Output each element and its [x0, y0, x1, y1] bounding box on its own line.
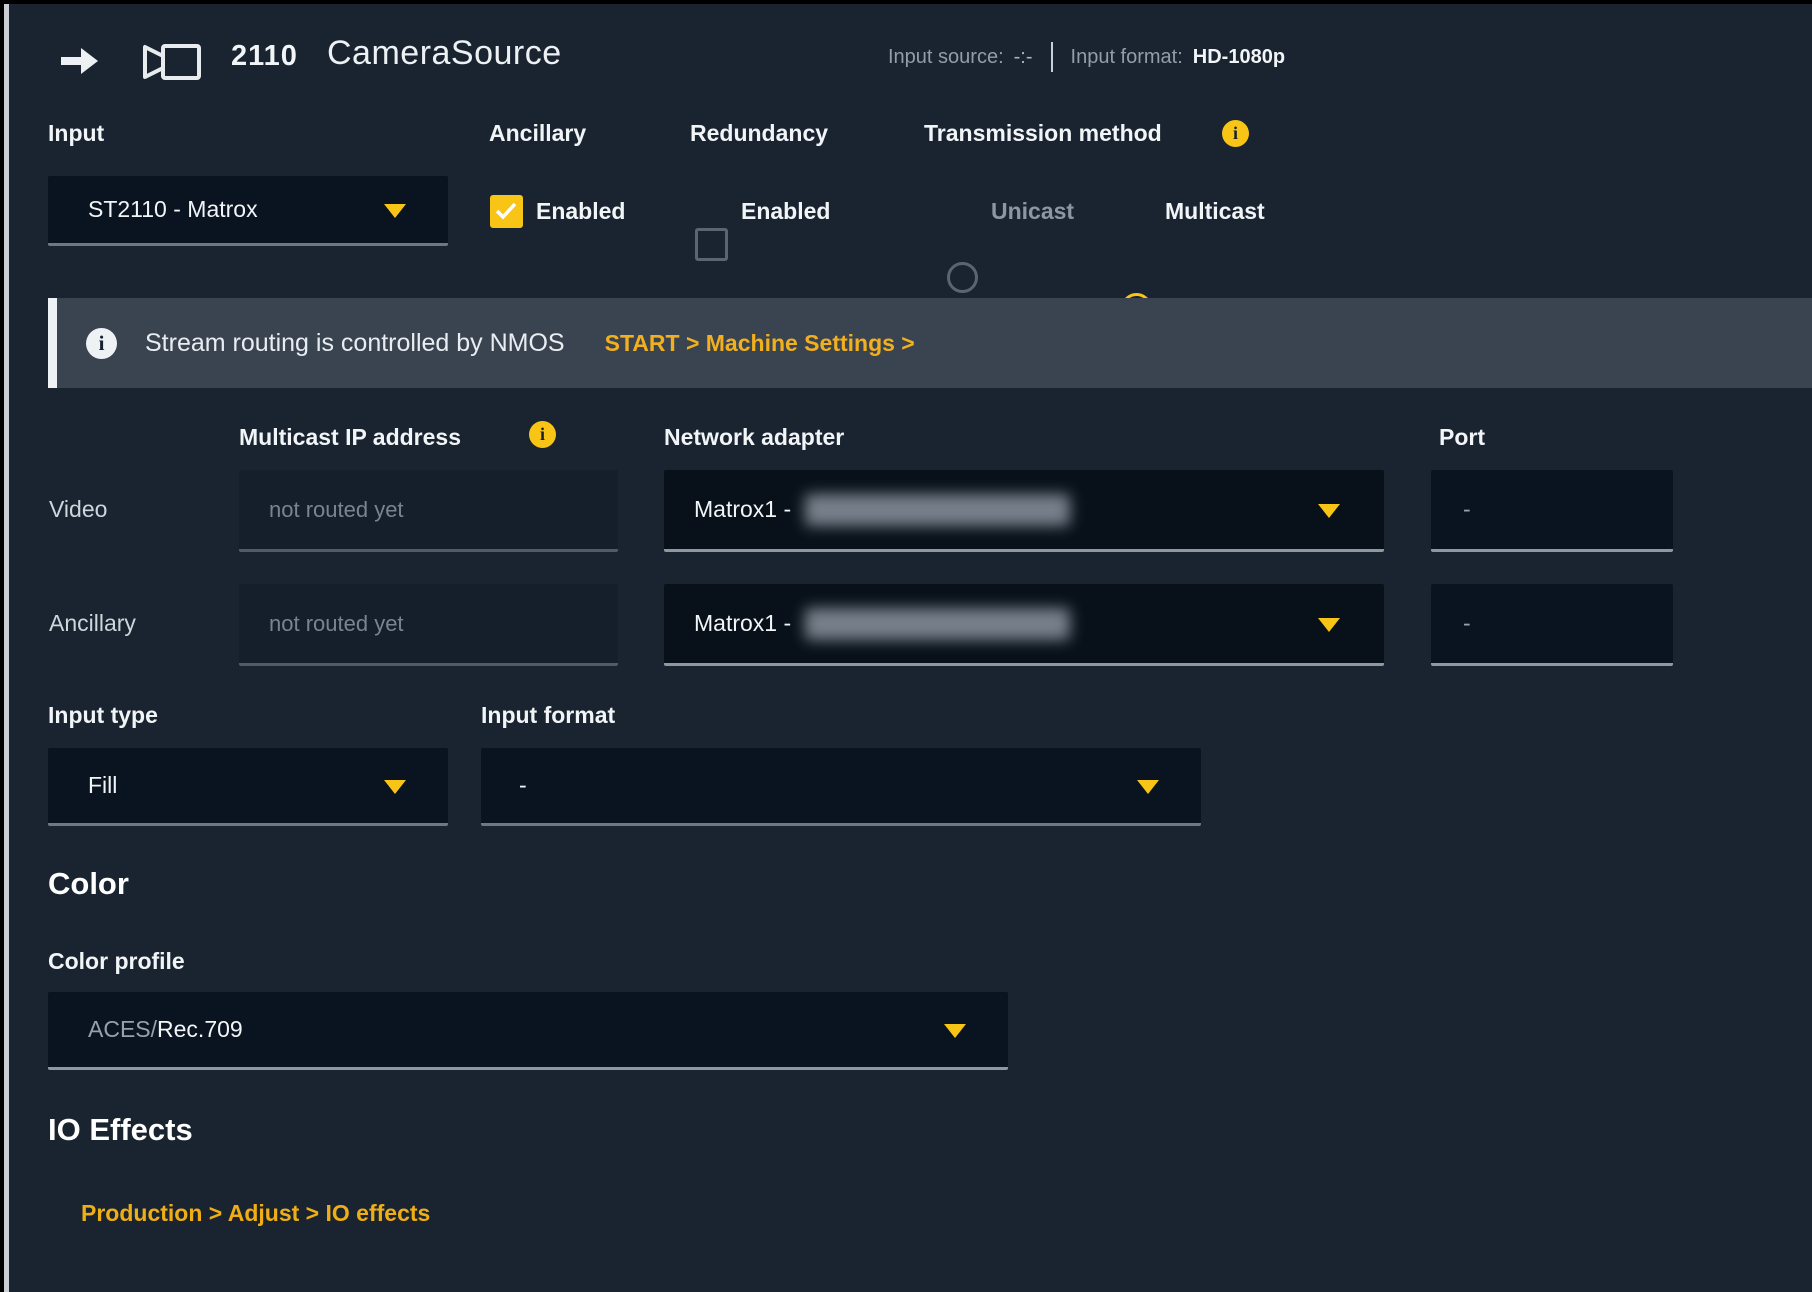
chevron-down-icon	[384, 780, 406, 794]
redacted-ip-blur	[805, 608, 1070, 640]
unicast-label: Unicast	[991, 198, 1074, 225]
source-id: 2110	[231, 40, 298, 73]
chevron-down-icon	[1318, 618, 1340, 632]
port-header: Port	[1439, 424, 1485, 451]
input-type-value: Fill	[48, 772, 117, 799]
machine-settings-link[interactable]: START > Machine Settings >	[605, 330, 915, 357]
input-format-value: HD-1080p	[1193, 46, 1285, 69]
header-status: Input source: -:- Input format: HD-1080p	[888, 40, 1285, 74]
input-format-value: -	[481, 772, 527, 799]
video-adapter-value: Matrox1 -	[664, 496, 791, 523]
video-ip-placeholder: not routed yet	[239, 497, 404, 523]
chevron-down-icon	[384, 204, 406, 218]
video-ip-field: not routed yet	[239, 470, 618, 552]
video-port-field: -	[1431, 470, 1673, 552]
color-profile-value: Rec.709	[157, 1016, 243, 1042]
io-effects-link[interactable]: Production > Adjust > IO effects	[81, 1200, 430, 1227]
video-camera-icon	[138, 40, 204, 91]
color-section-heading: Color	[48, 866, 129, 902]
video-port-value: -	[1431, 496, 1471, 523]
ancillary-ip-field: not routed yet	[239, 584, 618, 666]
multicast-ip-header: Multicast IP address	[239, 424, 461, 451]
ancillary-enabled-checkbox[interactable]	[490, 195, 523, 228]
io-effects-heading: IO Effects	[48, 1112, 193, 1148]
color-profile-prefix: ACES/	[88, 1016, 157, 1042]
window-edge-top	[0, 0, 1812, 4]
ancillary-ip-placeholder: not routed yet	[239, 611, 404, 637]
left-scroll-line[interactable]	[4, 4, 9, 1292]
ancillary-row-label: Ancillary	[49, 610, 136, 637]
ancillary-adapter-value: Matrox1 -	[664, 610, 791, 637]
input-dropdown-value: ST2110 - Matrox	[48, 196, 258, 223]
redundancy-label: Redundancy	[690, 120, 828, 147]
ancillary-adapter-dropdown[interactable]: Matrox1 -	[664, 584, 1384, 666]
transmission-info-icon[interactable]: i	[1222, 120, 1249, 147]
redacted-ip-blur	[805, 494, 1070, 526]
header-divider	[1051, 42, 1053, 72]
input-type-dropdown[interactable]: Fill	[48, 748, 448, 826]
arrow-right-icon[interactable]	[60, 46, 100, 81]
check-icon	[494, 201, 519, 221]
transmission-method-label: Transmission method	[924, 120, 1162, 147]
color-profile-dropdown[interactable]: ACES/Rec.709	[48, 992, 1008, 1070]
banner-message: Stream routing is controlled by NMOS	[145, 329, 565, 358]
page-title: CameraSource	[327, 34, 562, 73]
redundancy-enabled-label: Enabled	[741, 198, 830, 225]
network-adapter-header: Network adapter	[664, 424, 844, 451]
input-format-label: Input format	[481, 702, 615, 729]
color-profile-label: Color profile	[48, 948, 185, 975]
video-row-label: Video	[49, 496, 107, 523]
input-dropdown[interactable]: ST2110 - Matrox	[48, 176, 448, 246]
chevron-down-icon	[1137, 780, 1159, 794]
chevron-down-icon	[1318, 504, 1340, 518]
unicast-radio[interactable]	[947, 262, 978, 293]
camera-source-panel: 2110 CameraSource Input source: -:- Inpu…	[0, 0, 1812, 1292]
input-label: Input	[48, 120, 104, 147]
chevron-down-icon	[944, 1024, 966, 1038]
redundancy-enabled-checkbox[interactable]	[695, 228, 728, 261]
multicast-label: Multicast	[1165, 198, 1265, 225]
banner-accent-bar	[48, 298, 57, 388]
ancillary-label: Ancillary	[489, 120, 586, 147]
input-format-dropdown[interactable]: -	[481, 748, 1201, 826]
banner-info-icon: i	[86, 328, 117, 359]
video-adapter-dropdown[interactable]: Matrox1 -	[664, 470, 1384, 552]
ancillary-port-value: -	[1431, 610, 1471, 637]
ancillary-port-field: -	[1431, 584, 1673, 666]
input-format-label: Input format:	[1071, 46, 1183, 69]
multicast-ip-info-icon[interactable]: i	[529, 421, 556, 448]
nmos-banner: i Stream routing is controlled by NMOS S…	[48, 298, 1812, 388]
ancillary-enabled-label: Enabled	[536, 198, 625, 225]
input-source-value: -:-	[1014, 46, 1033, 69]
input-type-label: Input type	[48, 702, 158, 729]
input-source-label: Input source:	[888, 46, 1004, 69]
